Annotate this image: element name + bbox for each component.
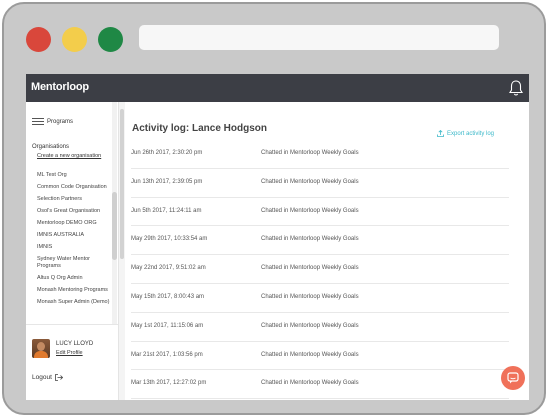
window-minimize-button[interactable] <box>62 27 87 52</box>
activity-description: Chatted in Mentorloop Weekly Goals <box>261 351 359 358</box>
organisation-item[interactable]: Sydney Water Mentor Programs <box>37 256 111 269</box>
sidebar: Programs Organisations Create a new orga… <box>26 102 119 400</box>
organisations-heading: Organisations <box>32 144 70 150</box>
bell-icon[interactable] <box>508 79 524 97</box>
programs-label: Programs <box>47 118 74 125</box>
sidebar-footer: LUCY LLOYD Edit Profile Logout <box>26 324 118 400</box>
activity-date: May 1st 2017, 11:15:06 am <box>131 322 204 329</box>
window-maximize-button[interactable] <box>98 27 123 52</box>
organisation-list: ML Test Org Common Code Organisation Sel… <box>37 172 111 324</box>
export-activity-log-button[interactable]: Export activity log <box>437 130 494 137</box>
organisation-item[interactable]: ML Test Org <box>37 172 111 179</box>
activity-description: Chatted in Mentorloop Weekly Goals <box>261 150 359 156</box>
activity-description: Chatted in Mentorloop Weekly Goals <box>261 293 359 300</box>
organisation-item[interactable]: Osol's Great Organisation <box>37 208 111 215</box>
top-bar: Mentorloop <box>26 74 529 102</box>
export-icon <box>437 130 444 137</box>
activity-row: May 15th 2017, 8:00:43 am Chatted in Men… <box>131 284 509 313</box>
logout-label: Logout <box>32 374 52 381</box>
activity-description: Chatted in Mentorloop Weekly Goals <box>261 380 359 387</box>
activity-row: Jun 13th 2017, 2:39:05 pm Chatted in Men… <box>131 169 509 198</box>
create-organisation-link[interactable]: Create a new organisation <box>37 153 107 160</box>
activity-description: Chatted in Mentorloop Weekly Goals <box>261 236 359 243</box>
chat-icon <box>507 372 519 384</box>
chat-button[interactable] <box>501 366 525 390</box>
brand-logo[interactable]: Mentorloop <box>31 81 89 93</box>
organisation-item[interactable]: Monash Mentoring Programs <box>37 287 111 294</box>
activity-log-table: Jun 26th 2017, 2:30:20 pm Chatted in Men… <box>131 140 509 400</box>
activity-row: Jun 26th 2017, 2:30:20 pm Chatted in Men… <box>131 140 509 169</box>
sidebar-scrollbar-thumb[interactable] <box>112 192 117 260</box>
organisation-item[interactable]: Selection Partners <box>37 196 111 203</box>
activity-row: Jun 5th 2017, 11:24:11 am Chatted in Men… <box>131 198 509 227</box>
content-scrollbar-thumb[interactable] <box>120 109 124 259</box>
organisation-item[interactable]: IMNIS AUSTRALIA <box>37 232 111 239</box>
avatar[interactable] <box>32 339 50 358</box>
page-title: Activity log: Lance Hodgson <box>132 123 268 134</box>
activity-row: Mar 21st 2017, 1:03:56 pm Chatted in Men… <box>131 342 509 371</box>
activity-date: Jun 13th 2017, 2:39:05 pm <box>131 178 203 185</box>
activity-date: May 15th 2017, 8:00:43 am <box>131 293 205 300</box>
activity-date: Mar 13th 2017, 12:27:02 pm <box>131 380 207 387</box>
activity-row: May 22nd 2017, 9:51:02 am Chatted in Men… <box>131 255 509 284</box>
user-name: LUCY LLOYD <box>56 341 94 347</box>
activity-row: May 1st 2017, 11:15:06 am Chatted in Men… <box>131 313 509 342</box>
activity-date: Jun 5th 2017, 11:24:11 am <box>131 207 202 214</box>
organisation-item[interactable]: Common Code Organisation <box>37 184 111 191</box>
activity-date: May 29th 2017, 10:33:54 am <box>131 236 208 243</box>
address-bar[interactable] <box>139 25 499 50</box>
logout-icon <box>54 374 63 381</box>
activity-description: Chatted in Mentorloop Weekly Goals <box>261 322 359 329</box>
app-screen: Mentorloop Programs Organisations Create… <box>26 74 529 400</box>
browser-frame: Mentorloop Programs Organisations Create… <box>2 2 546 415</box>
activity-date: May 22nd 2017, 9:51:02 am <box>131 265 206 272</box>
edit-profile-link[interactable]: Edit Profile <box>56 350 83 356</box>
activity-date: Jun 26th 2017, 2:30:20 pm <box>131 150 203 156</box>
organisation-item[interactable]: IMNIS <box>37 244 111 251</box>
organisation-item[interactable]: Monash Super Admin (Demo) <box>37 299 111 306</box>
activity-description: Chatted in Mentorloop Weekly Goals <box>261 207 359 214</box>
export-label: Export activity log <box>447 130 495 137</box>
logout-button[interactable]: Logout <box>32 374 63 381</box>
programs-menu-button[interactable]: Programs <box>32 118 73 125</box>
activity-date: Mar 21st 2017, 1:03:56 pm <box>131 351 203 358</box>
activity-row: Mar 13th 2017, 12:27:02 pm Chatted in Me… <box>131 370 509 400</box>
organisation-item[interactable]: Mentorloop DEMO ORG <box>37 220 111 227</box>
organisation-item[interactable]: Altus Q Org Admin <box>37 275 111 282</box>
activity-row: May 29th 2017, 10:33:54 am Chatted in Me… <box>131 226 509 256</box>
menu-icon <box>32 118 44 125</box>
activity-description: Chatted in Mentorloop Weekly Goals <box>261 178 359 185</box>
activity-description: Chatted in Mentorloop Weekly Goals <box>261 265 359 272</box>
window-close-button[interactable] <box>26 27 51 52</box>
